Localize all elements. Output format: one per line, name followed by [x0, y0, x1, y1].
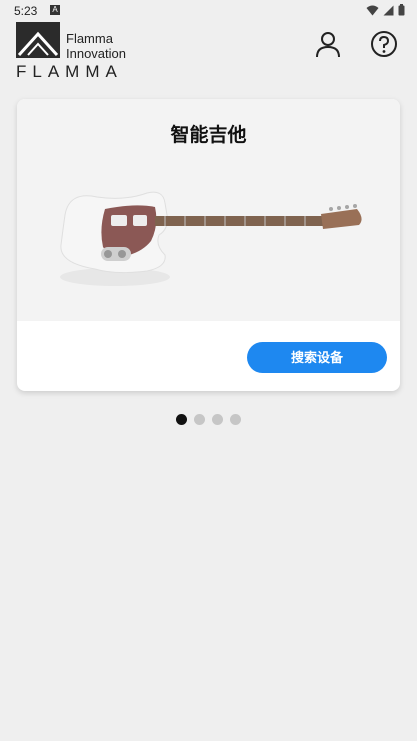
- page-dot[interactable]: [212, 414, 223, 425]
- help-button[interactable]: [370, 30, 398, 58]
- device-card: 智能吉他 搜索设备: [17, 99, 400, 391]
- brand-wordmark: FLAMMA: [16, 62, 123, 81]
- device-title: 智能吉他: [170, 124, 247, 146]
- page-dot[interactable]: [194, 414, 205, 425]
- notification-badge: A: [50, 5, 60, 15]
- signal-icon: [383, 5, 394, 15]
- status-icons: [366, 4, 405, 16]
- status-time: 5:23: [14, 4, 38, 18]
- page-indicator: [176, 414, 241, 425]
- user-button[interactable]: [314, 30, 342, 58]
- brand-logo: Flamma Innovation FLAMMA: [16, 22, 148, 82]
- wifi-icon: [366, 5, 379, 15]
- help-icon: [371, 31, 397, 57]
- device-card-header: 智能吉他: [17, 99, 400, 321]
- flamma-logo-icon: [16, 22, 60, 58]
- page-dot[interactable]: [176, 414, 187, 425]
- brand-name-line2: Innovation: [66, 46, 126, 61]
- search-device-button[interactable]: 搜索设备: [247, 342, 387, 373]
- battery-icon: [398, 4, 405, 16]
- guitar-image: [60, 191, 362, 286]
- page-dot[interactable]: [230, 414, 241, 425]
- user-icon: [316, 32, 340, 58]
- status-bar: 5:23 A: [0, 0, 417, 22]
- brand-name-line1: Flamma: [66, 31, 113, 46]
